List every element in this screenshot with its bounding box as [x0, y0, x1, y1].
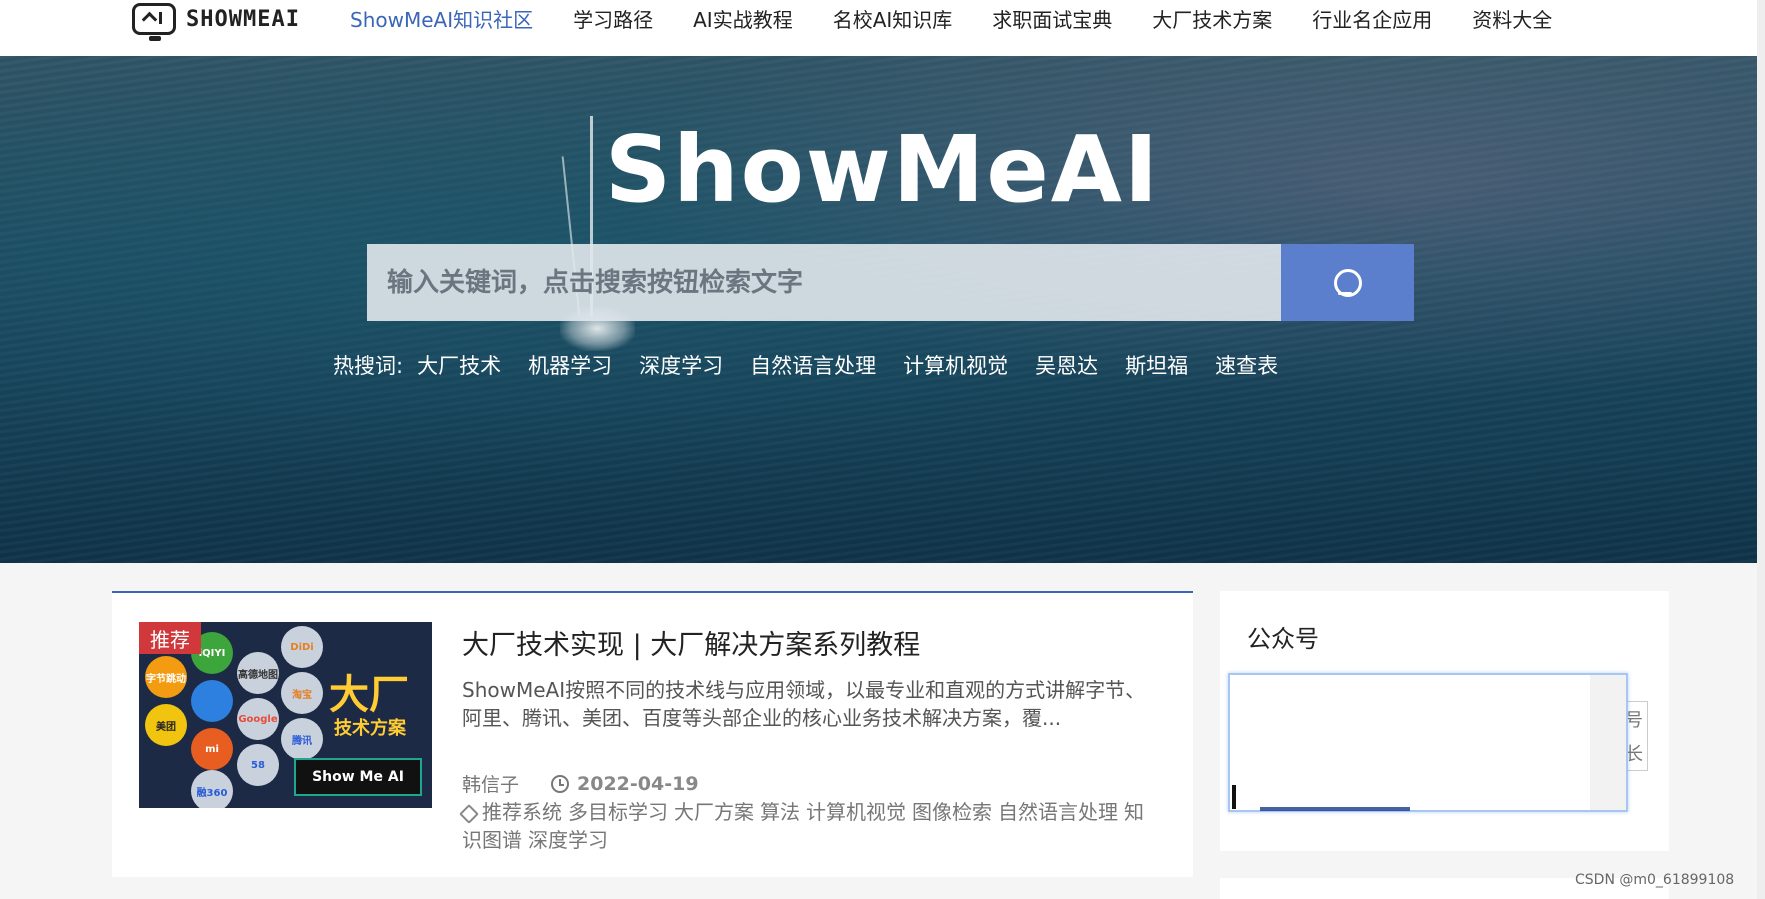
- popup-scrollbar[interactable]: [1590, 675, 1626, 810]
- recommend-tag: 推荐: [139, 622, 201, 654]
- article-tags: 推荐系统 多目标学习 大厂方案 算法 计算机视觉 图像检索 自然语言处理 知识图谱 深度学习: [459, 798, 1162, 854]
- tag-link[interactable]: 多目标学习: [568, 800, 668, 824]
- top-navbar: SHOWMEAI ShowMeAI知识社区 学习路径 AI实战教程 名校AI知识…: [0, 0, 1765, 56]
- thumb-logo: 腾讯: [281, 718, 323, 760]
- thumb-logo: 融360: [191, 770, 233, 808]
- thumb-logo: 58: [237, 744, 279, 786]
- hot-word-nlp[interactable]: 自然语言处理: [750, 350, 876, 380]
- search-bar: [367, 244, 1414, 321]
- article-meta: 韩信子 2022-04-19: [462, 770, 699, 797]
- text-caret: [1232, 785, 1236, 809]
- text-input-popup[interactable]: [1228, 673, 1628, 812]
- logo-text: SHOWMEAI: [186, 6, 300, 32]
- thumb-logo: mi: [191, 728, 233, 770]
- thumb-logo: Google: [237, 698, 279, 740]
- hero-banner: ShowMeAI 热搜词: 大厂技术 机器学习 深度学习 自然语言处理 计算机视…: [0, 56, 1757, 563]
- sidebar-wechat-card: 公众号 号 长: [1220, 591, 1669, 851]
- tag-link[interactable]: 计算机视觉: [806, 800, 906, 824]
- sidebar-title: 公众号: [1247, 625, 1319, 653]
- article-title[interactable]: 大厂技术实现 | 大厂解决方案系列教程: [462, 623, 920, 662]
- thumb-showmeai-badge: Show Me AI: [294, 758, 422, 796]
- search-icon: [1333, 268, 1363, 298]
- search-input[interactable]: [367, 244, 1281, 321]
- site-logo[interactable]: SHOWMEAI: [132, 0, 300, 41]
- hot-word-cheatsheet[interactable]: 速查表: [1215, 350, 1278, 380]
- thumb-logo: 美团: [145, 704, 187, 746]
- hero-title: ShowMeAI: [604, 116, 1161, 223]
- nav-item-industry[interactable]: 行业名企应用: [1312, 4, 1432, 33]
- thumb-title: 大厂: [329, 672, 409, 718]
- hot-word-ml[interactable]: 机器学习: [528, 350, 612, 380]
- nav-item-university-ai[interactable]: 名校AI知识库: [833, 4, 953, 33]
- nav-item-tech-solutions[interactable]: 大厂技术方案: [1152, 4, 1272, 33]
- logo-robot-icon: [132, 3, 176, 41]
- hot-search-words: 热搜词: 大厂技术 机器学习 深度学习 自然语言处理 计算机视觉 吴恩达 斯坦福…: [333, 350, 1305, 380]
- popup-underline: [1260, 807, 1410, 811]
- tag-icon: [459, 803, 479, 824]
- tag-link[interactable]: 深度学习: [528, 828, 608, 852]
- tag-link[interactable]: 算法: [760, 800, 800, 824]
- nav-item-ai-tutorials[interactable]: AI实战教程: [693, 4, 793, 33]
- article-author[interactable]: 韩信子: [462, 770, 519, 797]
- hot-word-stanford[interactable]: 斯坦福: [1125, 350, 1188, 380]
- article-thumbnail[interactable]: 字节跳动 iQIYI 高德地图 DiDi 美团 Google 淘宝 mi 58 …: [139, 622, 432, 808]
- thumb-subtitle: 技术方案: [334, 718, 406, 739]
- nav-item-community[interactable]: ShowMeAI知识社区: [350, 4, 533, 33]
- thumb-logo: 字节跳动: [145, 656, 187, 698]
- csdn-watermark: CSDN @m0_61899108: [1575, 872, 1735, 888]
- hot-word-andrew-ng[interactable]: 吴恩达: [1035, 350, 1098, 380]
- thumb-logo: 高德地图: [237, 652, 279, 694]
- hot-word-cv[interactable]: 计算机视觉: [903, 350, 1008, 380]
- tag-link[interactable]: 图像检索: [912, 800, 992, 824]
- hot-word-big-tech[interactable]: 大厂技术: [417, 350, 501, 380]
- thumb-logo: DiDi: [281, 626, 323, 668]
- tag-link[interactable]: 大厂方案: [674, 800, 754, 824]
- hot-search-label: 热搜词:: [333, 354, 404, 378]
- tag-link[interactable]: 推荐系统: [482, 800, 562, 824]
- nav-menu: ShowMeAI知识社区 学习路径 AI实战教程 名校AI知识库 求职面试宝典 …: [350, 0, 1592, 36]
- nav-item-resources[interactable]: 资料大全: [1472, 4, 1552, 33]
- search-button[interactable]: [1281, 244, 1414, 321]
- article-description: ShowMeAI按照不同的技术线与应用领域，以最专业和直观的方式讲解字节、阿里、…: [462, 678, 1146, 730]
- page-scrollbar[interactable]: [1757, 0, 1765, 899]
- tag-link[interactable]: 自然语言处理: [998, 800, 1118, 824]
- thumb-logo: 淘宝: [281, 672, 323, 714]
- article-card: 字节跳动 iQIYI 高德地图 DiDi 美团 Google 淘宝 mi 58 …: [112, 591, 1193, 877]
- hot-word-dl[interactable]: 深度学习: [639, 350, 723, 380]
- article-date: 2022-04-19: [577, 772, 699, 795]
- nav-item-learning-path[interactable]: 学习路径: [573, 4, 653, 33]
- nav-item-interview[interactable]: 求职面试宝典: [992, 4, 1112, 33]
- clock-icon: [551, 774, 570, 793]
- thumb-logo-blue: [191, 680, 233, 722]
